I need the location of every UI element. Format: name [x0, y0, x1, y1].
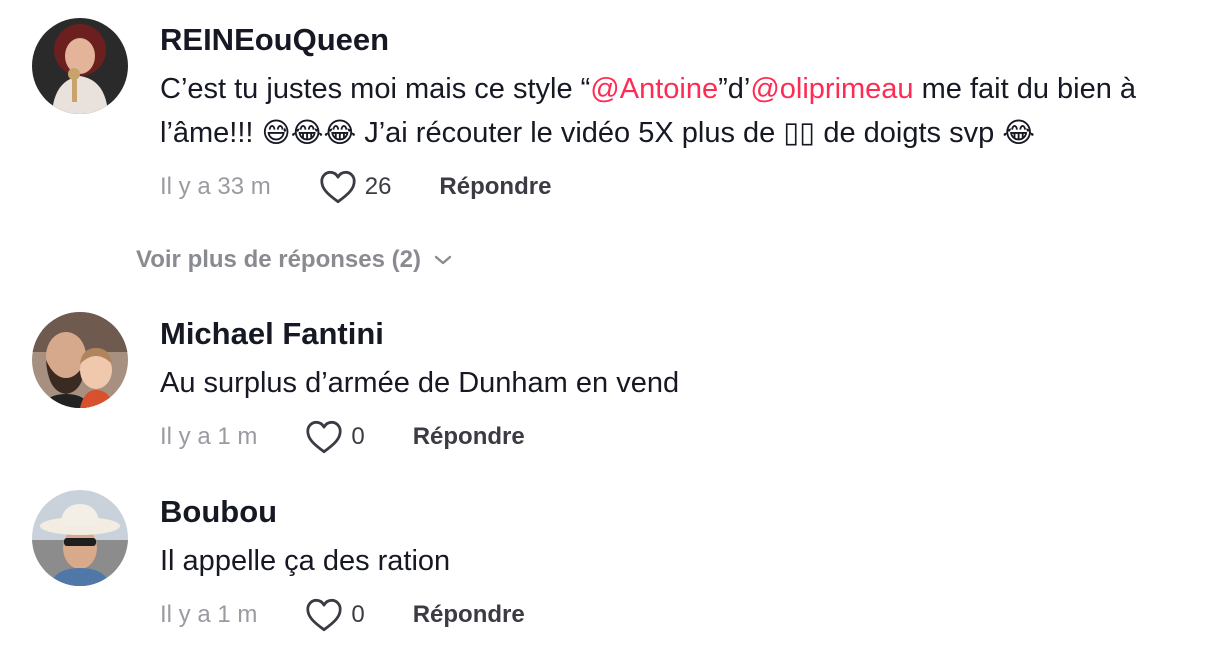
comment-username[interactable]: Boubou: [160, 494, 277, 530]
emoji-group: 😅😂😂: [261, 117, 357, 148]
view-more-replies-label: Voir plus de réponses (2): [136, 246, 421, 273]
mention-link[interactable]: @Antoine: [590, 73, 718, 105]
like-count: 0: [351, 423, 365, 450]
comment-username[interactable]: REINEouQueen: [160, 22, 389, 58]
reply-button[interactable]: Répondre: [439, 173, 551, 201]
like-button[interactable]: 26: [319, 170, 392, 204]
reply-button[interactable]: Répondre: [413, 423, 525, 451]
heart-icon: [306, 598, 342, 632]
comment-text-part: de doigts svp: [815, 117, 1003, 149]
comment-meta: Il y a 1 m 0 Répondre: [160, 595, 525, 635]
like-count: 26: [364, 173, 392, 200]
comment-time: Il y a 1 m: [160, 423, 258, 450]
like-count: 0: [351, 601, 365, 628]
missing-glyph-boxes: ▯▯: [783, 117, 816, 149]
emoji-group: 😂: [1002, 117, 1035, 148]
comment-item: Boubou Il appelle ça des ration Il y a 1…: [0, 478, 1230, 648]
comment-meta: Il y a 33 m 26 Répondre: [160, 167, 551, 207]
like-button[interactable]: 0: [305, 598, 365, 632]
comment-text: C’est tu justes moi mais ce style “@Anto…: [160, 67, 1220, 155]
avatar[interactable]: [32, 490, 128, 586]
heart-icon: [306, 420, 342, 454]
view-more-replies-button[interactable]: Voir plus de réponses (2): [136, 240, 453, 280]
comment-time: Il y a 1 m: [160, 601, 258, 628]
comment-username[interactable]: Michael Fantini: [160, 316, 384, 352]
chevron-down-icon: [434, 255, 452, 265]
like-button[interactable]: 0: [305, 420, 365, 454]
mention-link[interactable]: @oliprimeau: [750, 73, 913, 105]
heart-icon: [320, 170, 356, 204]
avatar[interactable]: [32, 18, 128, 114]
comment-item: Michael Fantini Au surplus d’armée de Du…: [0, 300, 1230, 470]
comment-text: Il appelle ça des ration: [160, 545, 451, 577]
avatar[interactable]: [32, 312, 128, 408]
comment-meta: Il y a 1 m 0 Répondre: [160, 417, 525, 457]
man-with-cowboy-hat-avatar-icon: [32, 490, 128, 586]
comment-text-part: J’ai récouter le vidéo 5X plus de: [356, 117, 784, 149]
reply-button[interactable]: Répondre: [413, 601, 525, 629]
comment-time: Il y a 33 m: [160, 173, 271, 200]
woman-with-microphone-avatar-icon: [32, 18, 128, 114]
man-and-child-avatar-icon: [32, 312, 128, 408]
comment-item: REINEouQueen C’est tu justes moi mais ce…: [0, 0, 1230, 230]
comment-text: Au surplus d’armée de Dunham en vend: [160, 367, 680, 399]
comment-text-part: C’est tu justes moi mais ce style “: [160, 73, 591, 105]
comment-text-part: ”d’: [718, 73, 751, 105]
